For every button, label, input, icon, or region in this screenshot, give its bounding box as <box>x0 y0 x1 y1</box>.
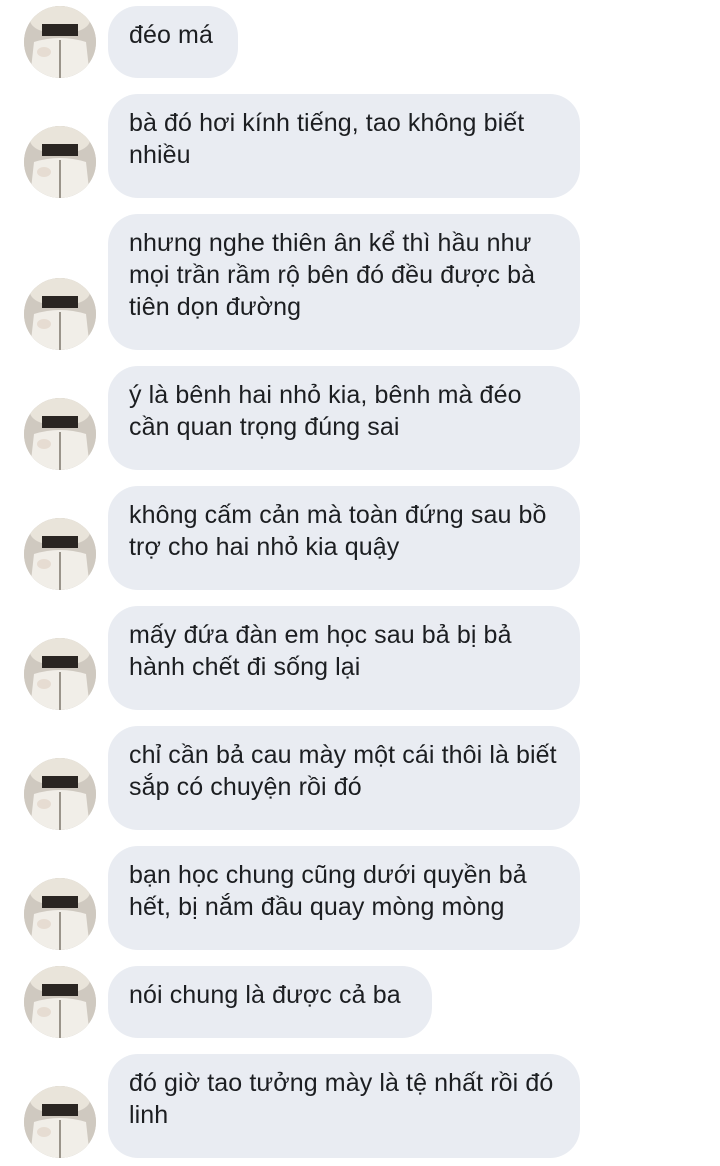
message-bubble[interactable]: không cấm cản mà toàn đứng sau bồ trợ ch… <box>108 486 580 590</box>
chat-thread: đéo má bà đó hơi kính tiếng, tao không b… <box>0 0 720 1166</box>
profile-photo-icon <box>24 278 96 350</box>
message-bubble[interactable]: đéo má <box>108 6 238 78</box>
avatar[interactable] <box>24 518 96 590</box>
profile-photo-icon <box>24 758 96 830</box>
message-bubble[interactable]: nhưng nghe thiên ân kể thì hầu như mọi t… <box>108 214 580 350</box>
avatar[interactable] <box>24 1086 96 1158</box>
message-bubble[interactable]: bà đó hơi kính tiếng, tao không biết nhi… <box>108 94 580 198</box>
avatar[interactable] <box>24 638 96 710</box>
avatar[interactable] <box>24 126 96 198</box>
avatar[interactable] <box>24 398 96 470</box>
message-bubble[interactable]: bạn học chung cũng dưới quyền bả hết, bị… <box>108 846 580 950</box>
profile-photo-icon <box>24 126 96 198</box>
message-bubble[interactable]: ý là bênh hai nhỏ kia, bênh mà đéo cần q… <box>108 366 580 470</box>
message-bubble[interactable]: mấy đứa đàn em học sau bả bị bả hành chế… <box>108 606 580 710</box>
avatar[interactable] <box>24 6 96 78</box>
message-bubble[interactable]: nói chung là được cả ba <box>108 966 432 1038</box>
profile-photo-icon <box>24 518 96 590</box>
profile-photo-icon <box>24 398 96 470</box>
message-bubble[interactable]: chỉ cần bả cau mày một cái thôi là biết … <box>108 726 580 830</box>
profile-photo-icon <box>24 1086 96 1158</box>
avatar[interactable] <box>24 758 96 830</box>
profile-photo-icon <box>24 966 96 1038</box>
profile-photo-icon <box>24 878 96 950</box>
avatar[interactable] <box>24 878 96 950</box>
avatar[interactable] <box>24 966 96 1038</box>
profile-photo-icon <box>24 6 96 78</box>
message-bubble[interactable]: đó giờ tao tưởng mày là tệ nhất rồi đó l… <box>108 1054 580 1158</box>
profile-photo-icon <box>24 638 96 710</box>
avatar[interactable] <box>24 278 96 350</box>
